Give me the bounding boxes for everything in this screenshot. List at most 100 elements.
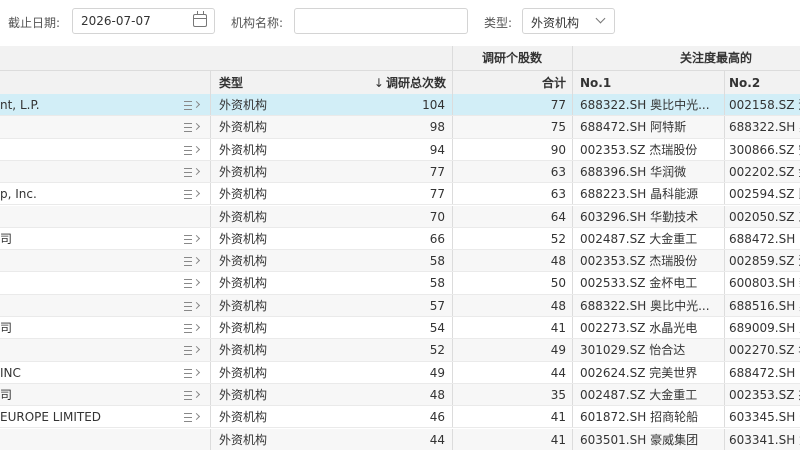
table-row[interactable]: 外资机构 70 64 603296.SH 华勤技术 002050.SZ 三 (0, 205, 800, 228)
table-row[interactable]: nt, L.P. 外资机构 104 77 688322.SH 奥比中光... 002158… (0, 94, 800, 117)
row-menu-icon[interactable] (184, 411, 202, 423)
org-name-input[interactable] (294, 8, 468, 34)
top-stock-no1-cell[interactable]: 603501.SH 豪威集团 (580, 429, 722, 450)
table-row[interactable]: INC 外资机构 49 44 002624.SZ 完美世界 688472.SH 阿 (0, 361, 800, 384)
institution-name-cell[interactable]: 司 (0, 228, 178, 250)
institution-name-cell[interactable]: nt, L.P. (0, 94, 178, 116)
total-count-cell: 44 (429, 432, 445, 447)
institution-name-cell[interactable] (0, 206, 178, 228)
top-stock-no1-cell[interactable]: 688322.SH 奥比中光... (580, 94, 722, 116)
calendar-icon[interactable] (193, 11, 207, 27)
top-stock-no1-cell[interactable]: 002353.SZ 杰瑞股份 (580, 139, 722, 161)
type-cell: 外资机构 (219, 142, 268, 157)
sort-desc-icon[interactable]: ↓ (374, 71, 384, 95)
top-stock-no1-cell[interactable]: 603296.SH 华勤技术 (580, 206, 722, 228)
group-header-stock-count: 调研个股数 (481, 51, 542, 65)
top-stock-no1-cell[interactable]: 688223.SH 晶科能源 (580, 183, 722, 205)
institution-name-cell[interactable]: EUROPE LIMITED (0, 406, 178, 428)
table-row[interactable]: 外资机构 52 49 301029.SZ 怡合达 002270.SZ 华 (0, 339, 800, 362)
top-stock-no2-cell[interactable]: 603341.SH 龙 (729, 429, 800, 450)
top-stock-no2-cell[interactable]: 689009.SH 九 (729, 317, 800, 339)
row-menu-icon[interactable] (184, 367, 202, 379)
top-stock-no2-cell[interactable]: 002594.SZ 比 (729, 183, 800, 205)
top-stock-no2-cell[interactable]: 600803.SH 新 (729, 272, 800, 294)
row-menu-icon[interactable] (184, 121, 202, 133)
top-stock-no1-cell[interactable]: 002273.SZ 水晶光电 (580, 317, 722, 339)
top-stock-no2-cell[interactable]: 688322.SH 奥 (729, 116, 800, 138)
type-cell: 外资机构 (219, 387, 268, 402)
institution-name-cell[interactable] (0, 116, 178, 138)
top-stock-no2-cell[interactable]: 603345.SH 安 (729, 406, 800, 428)
institution-name-cell[interactable]: INC (0, 362, 178, 384)
top-stock-no1-cell[interactable]: 002487.SZ 大金重工 (580, 384, 722, 406)
top-stock-no1-cell[interactable]: 002353.SZ 杰瑞股份 (580, 250, 722, 272)
top-stock-no1-cell[interactable]: 301029.SZ 怡合达 (580, 339, 722, 361)
top-stock-no2-cell[interactable]: 688472.SH 阿 (729, 362, 800, 384)
row-menu-icon[interactable] (184, 389, 202, 401)
institution-name-cell[interactable] (0, 429, 178, 450)
row-menu-icon[interactable] (184, 322, 202, 334)
column-header-no2[interactable]: No.2 (729, 71, 800, 95)
top-stock-no1-cell[interactable]: 688396.SH 华润微 (580, 161, 722, 183)
table-row[interactable]: 司 外资机构 54 41 002273.SZ 水晶光电 689009.SH 九 (0, 317, 800, 340)
top-stock-no2-cell[interactable]: 002050.SZ 三 (729, 206, 800, 228)
stock-count-cell: 41 (550, 432, 566, 447)
top-stock-no1-cell[interactable]: 601872.SH 招商轮船 (580, 406, 722, 428)
institution-name-cell[interactable] (0, 250, 178, 272)
top-stock-no2-cell[interactable]: 002158.SZ 汉 (729, 94, 800, 116)
top-stock-no2-cell[interactable]: 688472.SH 阿 (729, 228, 800, 250)
stock-count-cell: 35 (550, 387, 566, 402)
row-menu-icon[interactable] (184, 188, 202, 200)
row-menu-icon[interactable] (184, 344, 202, 356)
column-header-total[interactable]: ↓ 调研总次数 (330, 71, 446, 95)
top-stock-no1-cell[interactable]: 688472.SH 阿特斯 (580, 116, 722, 138)
row-menu-icon[interactable] (184, 166, 202, 178)
type-select[interactable]: 外资机构 (522, 8, 615, 34)
table-row[interactable]: 外资机构 58 50 002533.SZ 金杯电工 600803.SH 新 (0, 272, 800, 295)
table-row[interactable]: 外资机构 77 63 688396.SH 华润微 002202.SZ 金 (0, 160, 800, 184)
top-stock-no1-cell[interactable]: 002487.SZ 大金重工 (580, 228, 722, 250)
row-menu-icon[interactable] (184, 99, 202, 111)
column-header-sum[interactable]: 合计 (480, 71, 566, 95)
top-stock-no1-cell[interactable]: 002533.SZ 金杯电工 (580, 272, 722, 294)
row-menu-icon[interactable] (184, 144, 202, 156)
top-stock-no2-cell[interactable]: 002859.SZ 洁 (729, 250, 800, 272)
table-row[interactable]: 外资机构 44 41 603501.SH 豪威集团 603341.SH 龙 (0, 428, 800, 450)
top-stock-no2-cell[interactable]: 002270.SZ 华 (729, 339, 800, 361)
row-menu-icon[interactable] (184, 300, 202, 312)
total-count-cell: 70 (429, 209, 445, 224)
table-row[interactable]: 司 外资机构 48 35 002487.SZ 大金重工 002353.SZ 杰 (0, 383, 800, 407)
row-menu-icon[interactable] (184, 233, 202, 245)
type-cell: 外资机构 (219, 321, 268, 335)
table-row[interactable]: p, Inc. 外资机构 77 63 688223.SH 晶科能源 002594.SZ 比 (0, 183, 800, 206)
institution-name-cell[interactable]: 司 (0, 317, 178, 339)
institution-name-cell[interactable] (0, 339, 178, 361)
table-row[interactable]: 外资机构 98 75 688472.SH 阿特斯 688322.SH 奥 (0, 116, 800, 139)
institution-name-cell[interactable] (0, 161, 178, 183)
institution-name-cell[interactable] (0, 272, 178, 294)
institution-name-cell[interactable] (0, 295, 178, 317)
column-header-no1[interactable]: No.1 (580, 71, 680, 95)
table-row[interactable]: EUROPE LIMITED 外资机构 46 41 601872.SH 招商轮船 6033… (0, 406, 800, 429)
top-stock-no2-cell[interactable]: 002202.SZ 金 (729, 161, 800, 183)
column-header-type[interactable]: 类型 (219, 71, 299, 95)
top-stock-no2-cell[interactable]: 300866.SZ 安 (729, 139, 800, 161)
table-row[interactable]: 外资机构 58 48 002353.SZ 杰瑞股份 002859.SZ 洁 (0, 250, 800, 273)
top-stock-no2-cell[interactable]: 002353.SZ 杰 (729, 384, 800, 406)
table-row[interactable]: 司 外资机构 66 52 002487.SZ 大金重工 688472.SH 阿 (0, 227, 800, 251)
top-stock-no1-cell[interactable]: 002624.SZ 完美世界 (580, 362, 722, 384)
institution-name-cell[interactable] (0, 139, 178, 161)
table-row[interactable]: 外资机构 94 90 002353.SZ 杰瑞股份 300866.SZ 安 (0, 138, 800, 161)
table-row[interactable]: 外资机构 57 48 688322.SH 奥比中光... 688516.SH 奥 (0, 294, 800, 317)
stock-count-cell: 90 (550, 142, 566, 157)
institution-name-cell[interactable]: 司 (0, 384, 178, 406)
filter-bar: 截止日期: 2026-07-07 机构名称: 类型: 外资机构 (0, 0, 800, 44)
type-cell: 外资机构 (219, 164, 268, 179)
top-stock-no1-cell[interactable]: 688322.SH 奥比中光... (580, 295, 722, 317)
date-picker[interactable]: 2026-07-07 (72, 8, 215, 34)
institution-name-cell[interactable]: p, Inc. (0, 183, 178, 205)
table-body: nt, L.P. 外资机构 104 77 688322.SH 奥比中光... 002158… (0, 94, 800, 450)
top-stock-no2-cell[interactable]: 688516.SH 奥 (729, 295, 800, 317)
row-menu-icon[interactable] (184, 255, 202, 267)
row-menu-icon[interactable] (184, 277, 202, 289)
